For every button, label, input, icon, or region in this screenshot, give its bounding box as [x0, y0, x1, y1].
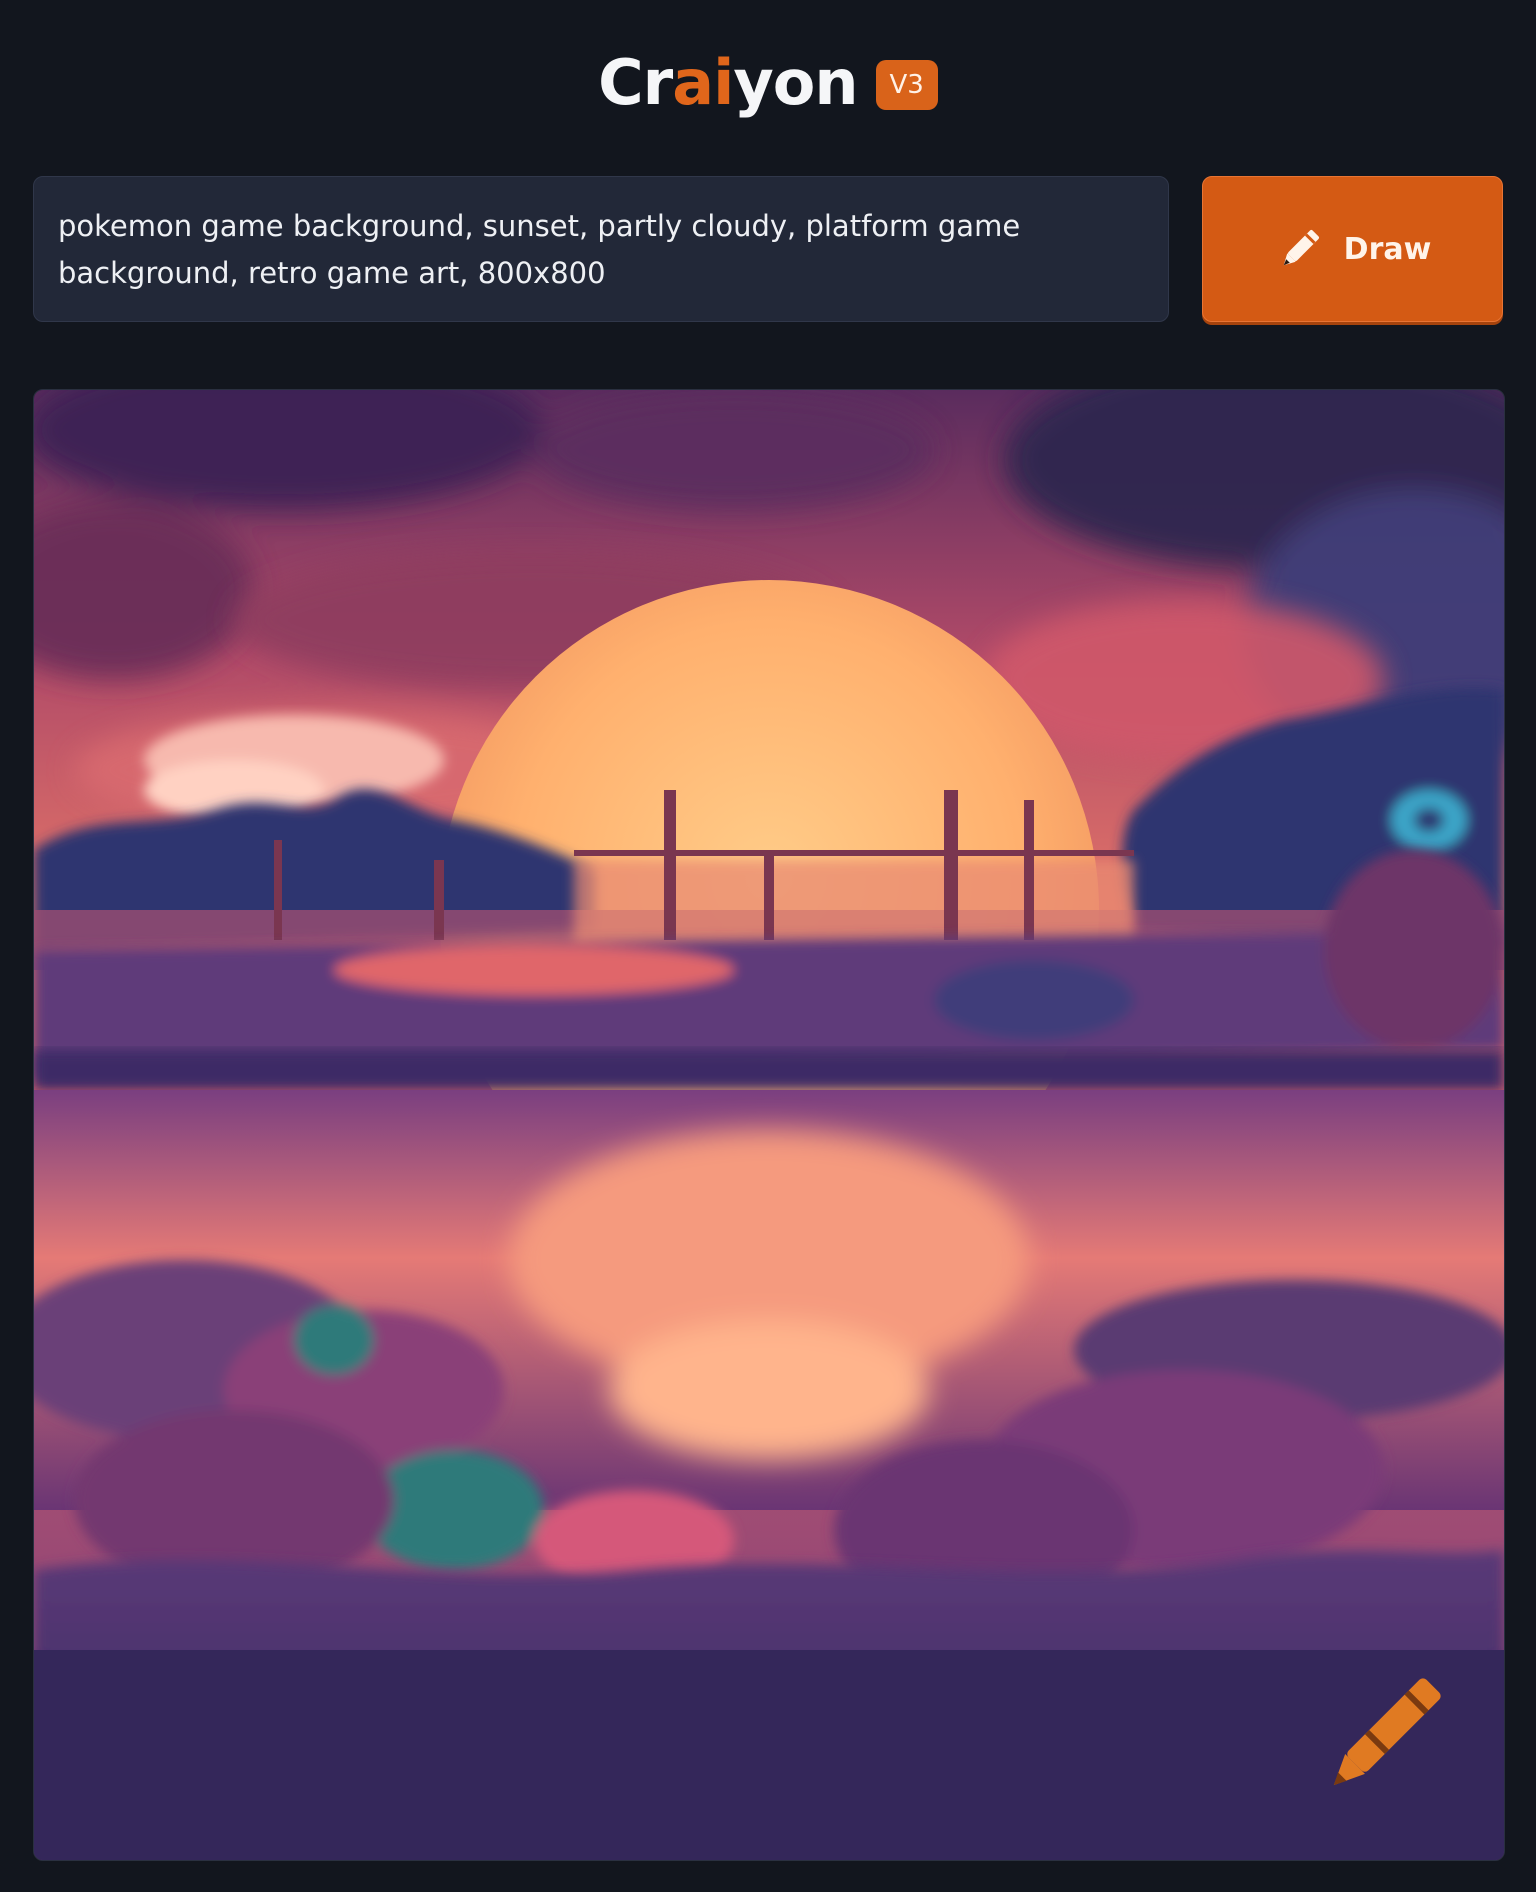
generated-image[interactable] [33, 389, 1505, 1861]
craiyon-logo[interactable]: Cr ai yon [598, 45, 858, 119]
header: Cr ai yon V3 [0, 38, 1536, 126]
logo-text-accent: ai [672, 45, 734, 119]
logo-text-start: Cr [598, 45, 673, 119]
draw-button-label: Draw [1343, 231, 1432, 267]
generated-image-art [34, 390, 1504, 1860]
version-badge: V3 [875, 60, 938, 110]
pencil-icon [1283, 230, 1319, 266]
page: Cr ai yon V3 pokemon game background, suns… [0, 0, 1536, 1892]
logo-text-end: yon [733, 45, 858, 119]
draw-button[interactable]: Draw [1202, 176, 1503, 322]
prompt-input[interactable]: pokemon game background, sunset, partly … [33, 176, 1169, 322]
